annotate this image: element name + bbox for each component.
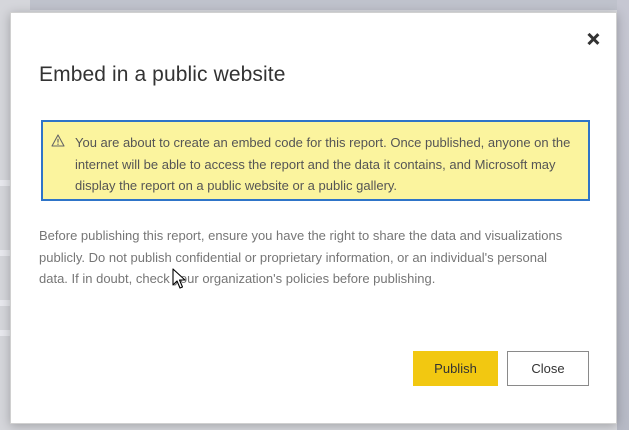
embed-dialog: Embed in a public website You are about …: [10, 12, 617, 424]
mouse-cursor-icon: [172, 268, 186, 289]
dialog-title: Embed in a public website: [39, 63, 286, 86]
disclaimer-text: Before publishing this report, ensure yo…: [39, 228, 563, 286]
warning-triangle-icon: [51, 134, 65, 147]
close-icon[interactable]: [584, 30, 602, 48]
warning-banner: You are about to create an embed code fo…: [41, 120, 590, 201]
publish-button[interactable]: Publish: [413, 351, 498, 386]
close-button[interactable]: Close: [507, 351, 589, 386]
warning-text: You are about to create an embed code fo…: [75, 135, 571, 193]
background-scroll-edge: [617, 0, 629, 430]
